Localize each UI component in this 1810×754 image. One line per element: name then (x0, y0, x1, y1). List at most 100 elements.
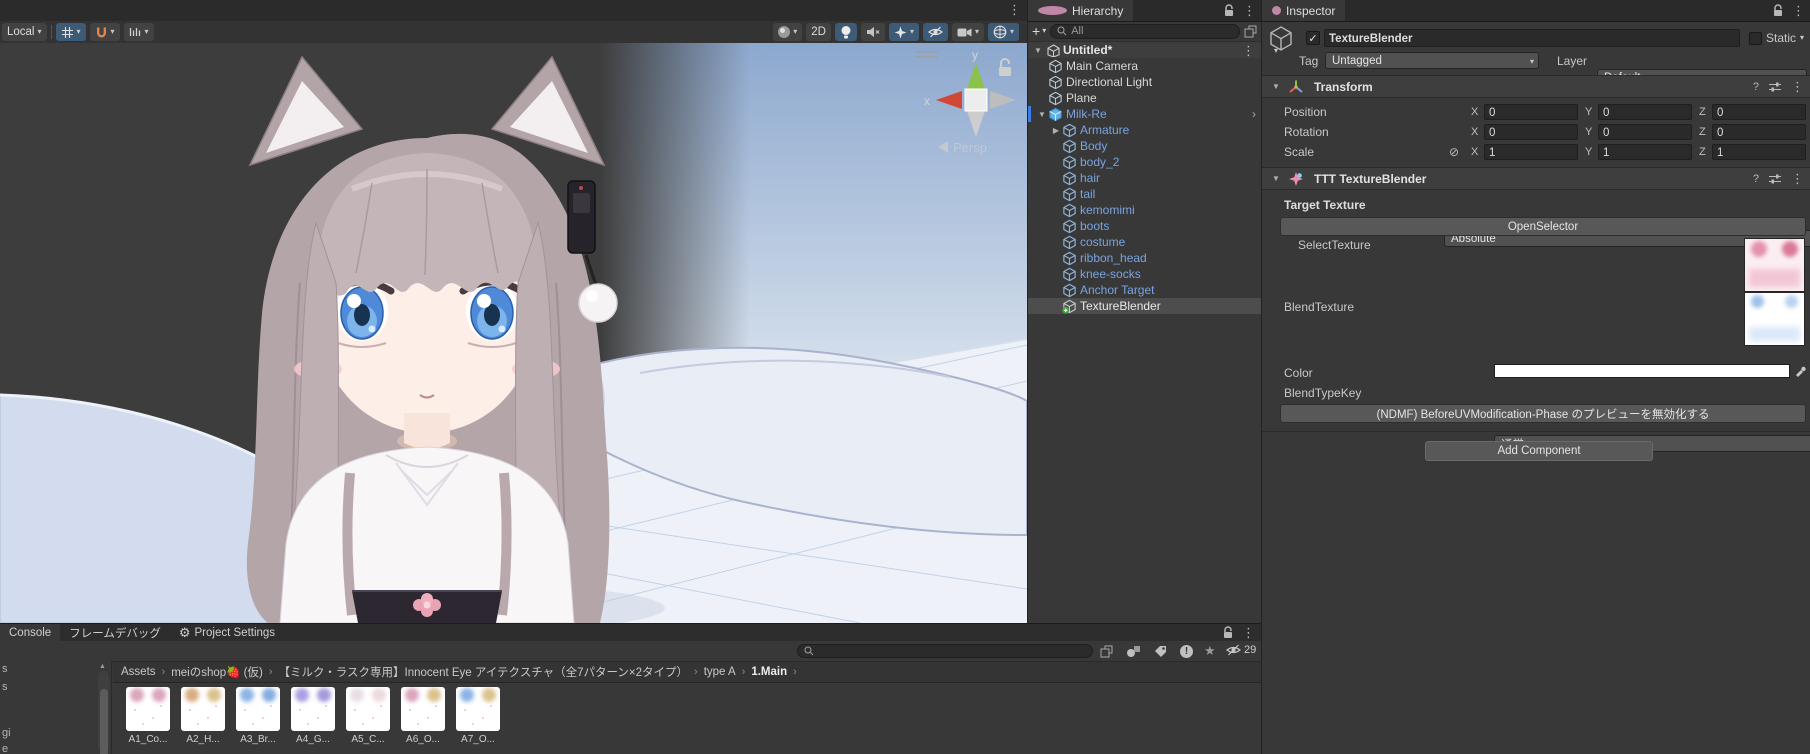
breadcrumb-item[interactable]: type A (704, 666, 736, 678)
eyedropper-icon[interactable] (1794, 364, 1807, 378)
add-component-button[interactable]: Add Component (1425, 441, 1653, 461)
tree-scrollbar[interactable] (98, 671, 109, 752)
hierarchy-item-armature[interactable]: ▶Armature (1028, 122, 1261, 138)
asset-a7-o-[interactable]: A7_O... (450, 687, 506, 745)
color-swatch[interactable] (1494, 364, 1790, 378)
filter-by-type-icon[interactable] (1126, 645, 1141, 658)
position-z-field[interactable]: 0 (1712, 104, 1806, 120)
scale-x-field[interactable]: 1 (1484, 144, 1578, 160)
kebab-menu-icon[interactable]: ⋮ (1243, 4, 1256, 17)
overlay-handle[interactable] (916, 52, 938, 57)
breadcrumb-item[interactable]: 1.Main (751, 666, 787, 678)
expander-open[interactable]: ▼ (1032, 46, 1044, 55)
gizmo-x-axis[interactable] (936, 91, 962, 109)
tab--[interactable]: フレームデバッグ (60, 624, 170, 641)
handle-orientation-dropdown[interactable]: Local▾ (2, 23, 47, 41)
hierarchy-item-plane[interactable]: Plane (1028, 90, 1261, 106)
kebab-menu-icon[interactable]: ⋮ (1791, 172, 1804, 185)
scene-lighting-toggle[interactable] (835, 23, 857, 41)
hierarchy-search-input[interactable]: All (1050, 24, 1240, 39)
scene-viewport[interactable]: y x Persp (0, 43, 1027, 623)
expand-window-icon[interactable] (1244, 25, 1257, 38)
gizmo-neg-y-axis[interactable] (967, 111, 985, 137)
scene-effects-toggle[interactable]: ▾ (889, 23, 919, 41)
transform-header[interactable]: ▼ Transform ? ⋮ (1262, 75, 1810, 98)
constrain-proportions-icon[interactable]: ⊘ (1444, 145, 1464, 159)
kebab-menu-icon[interactable]: ⋮ (1242, 626, 1255, 639)
asset-a1-co-[interactable]: A1_Co... (120, 687, 176, 745)
expander-open[interactable]: ▼ (1270, 174, 1282, 183)
chevron-down-icon[interactable]: ▾ (1800, 34, 1804, 42)
scene-camera-button[interactable]: ▾ (952, 23, 984, 41)
scale-z-field[interactable]: 1 (1712, 144, 1806, 160)
project-search-input[interactable] (797, 644, 1093, 658)
grid-snap-button[interactable]: ▾ (90, 23, 120, 41)
scene-audio-toggle[interactable] (861, 23, 885, 41)
kebab-menu-icon[interactable]: ⋮ (1242, 44, 1255, 57)
rotation-y-field[interactable]: 0 (1598, 124, 1692, 140)
draw-mode-button[interactable]: ▾ (773, 23, 802, 41)
gizmo-y-axis[interactable] (967, 63, 985, 89)
hierarchy-item-directional-light[interactable]: Directional Light (1028, 74, 1261, 90)
rotation-x-field[interactable]: 0 (1484, 124, 1578, 140)
asset-a3-br-[interactable]: A3_Br... (230, 687, 286, 745)
blend-texture-thumbnail[interactable] (1744, 292, 1805, 346)
filter-by-label-icon[interactable] (1154, 645, 1167, 658)
breadcrumb-item[interactable]: Assets (121, 666, 156, 678)
asset-a4-g-[interactable]: A4_G... (285, 687, 341, 745)
breadcrumb-item[interactable]: 【ミルク・ラスク専用】Innocent Eye アイテクスチャ（全7パターン×2… (279, 664, 689, 680)
tab-project-settings[interactable]: ⚙Project Settings (170, 624, 284, 641)
ndmf-preview-toggle-button[interactable]: (NDMF) BeforeUVModification-Phase のプレビュー… (1280, 404, 1806, 423)
hierarchy-item-body-2[interactable]: body_2 (1028, 154, 1261, 170)
tab-console[interactable]: Console (0, 624, 60, 641)
asset-a5-c-[interactable]: A5_C... (340, 687, 396, 745)
gizmos-toggle[interactable]: ▾ (988, 23, 1019, 41)
hierarchy-item-body[interactable]: Body (1028, 138, 1261, 154)
expander-open[interactable]: ▼ (1036, 110, 1048, 119)
create-object-button[interactable]: + ▾ (1032, 24, 1046, 38)
hierarchy-item-main-camera[interactable]: Main Camera (1028, 58, 1261, 74)
hierarchy-item-costume[interactable]: costume (1028, 234, 1261, 250)
tab-inspector[interactable]: Inspector (1262, 0, 1345, 21)
asset-a2-h-[interactable]: A2_H... (175, 687, 231, 745)
hierarchy-item-anchor-target[interactable]: Anchor Target (1028, 282, 1261, 298)
hierarchy-item-hair[interactable]: hair (1028, 170, 1261, 186)
scroll-up-icon[interactable]: ▲ (99, 663, 106, 670)
hierarchy-item-milk-re[interactable]: ▼Milk-Re› (1028, 106, 1261, 122)
snap-increment-button[interactable]: ▾ (124, 23, 154, 41)
2d-toggle-button[interactable]: 2D (806, 23, 831, 41)
static-checkbox[interactable] (1749, 32, 1762, 45)
breadcrumb-item[interactable]: meiのshop🍓 (仮) (171, 664, 263, 680)
project-folder-tree[interactable]: ssgie ▲ (0, 661, 112, 754)
scene-header-row[interactable]: ▼ Untitled* ⋮ (1028, 42, 1261, 58)
expander-open[interactable]: ▼ (1270, 82, 1282, 91)
chevron-down-icon[interactable]: ▾ (1274, 47, 1278, 55)
tab-hierarchy[interactable]: Hierarchy (1028, 0, 1133, 21)
gameobject-cube-icon[interactable] (1268, 25, 1294, 51)
hidden-items-toggle[interactable]: 29 (1226, 644, 1256, 656)
position-y-field[interactable]: 0 (1598, 104, 1692, 120)
gizmo-neg-x-axis[interactable] (990, 91, 1016, 109)
gameobject-name-field[interactable]: TextureBlender (1324, 29, 1740, 47)
lock-icon[interactable] (1223, 626, 1233, 639)
persp-indicator[interactable]: Persp (938, 140, 987, 155)
presets-icon[interactable] (1769, 174, 1781, 184)
presets-icon[interactable] (1769, 82, 1781, 92)
enabled-checkbox[interactable]: ✓ (1306, 31, 1320, 45)
open-selector-button[interactable]: OpenSelector (1280, 217, 1806, 236)
hierarchy-item-kemomimi[interactable]: kemomimi (1028, 202, 1261, 218)
hierarchy-item-boots[interactable]: boots (1028, 218, 1261, 234)
expand-window-icon[interactable] (1100, 645, 1113, 658)
expander-closed[interactable]: ▶ (1050, 126, 1062, 135)
grid-visibility-button[interactable]: ▾ (56, 23, 86, 41)
lock-icon[interactable] (1773, 4, 1783, 17)
tag-dropdown[interactable]: Untagged▾ (1325, 52, 1539, 69)
scale-y-field[interactable]: 1 (1598, 144, 1692, 160)
open-prefab-chevron[interactable]: › (1252, 107, 1256, 121)
orientation-gizmo[interactable]: y x (924, 48, 1016, 137)
position-x-field[interactable]: 0 (1484, 104, 1578, 120)
important-log-icon[interactable]: ! (1180, 645, 1193, 658)
hierarchy-item-textureblender[interactable]: TextureBlender (1028, 298, 1261, 314)
scrollbar-thumb[interactable] (100, 689, 108, 754)
lock-icon[interactable] (999, 59, 1011, 76)
